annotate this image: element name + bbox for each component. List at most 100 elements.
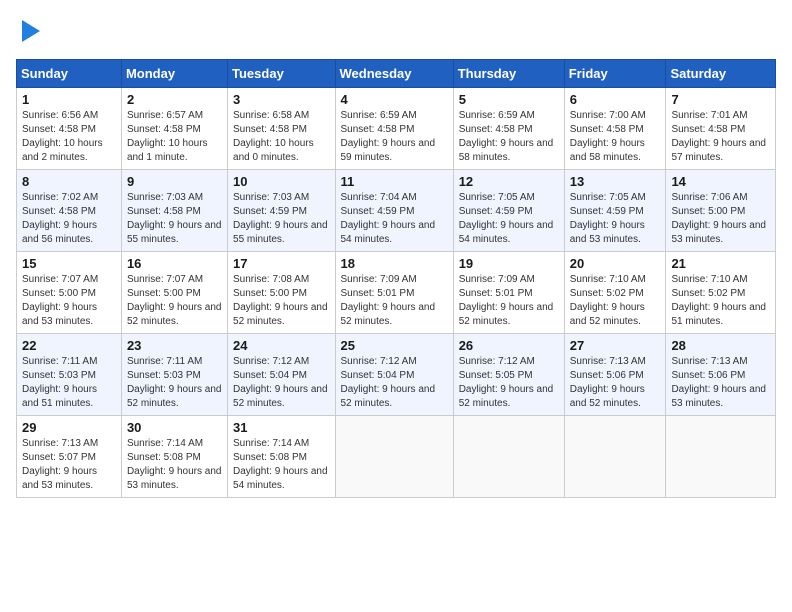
sunset-info: Sunset: 5:01 PM	[459, 288, 533, 299]
daylight-info: Daylight: 9 hours and 54 minutes.	[233, 466, 328, 491]
sunset-info: Sunset: 5:01 PM	[341, 288, 415, 299]
sunrise-info: Sunrise: 7:04 AM	[341, 192, 417, 203]
day-number: 25	[341, 338, 448, 353]
calendar-table: SundayMondayTuesdayWednesdayThursdayFrid…	[16, 59, 776, 498]
day-number: 27	[570, 338, 661, 353]
day-number: 3	[233, 92, 329, 107]
daylight-info: Daylight: 9 hours and 54 minutes.	[341, 220, 436, 245]
day-cell: 19 Sunrise: 7:09 AM Sunset: 5:01 PM Dayl…	[453, 252, 564, 334]
day-cell: 31 Sunrise: 7:14 AM Sunset: 5:08 PM Dayl…	[228, 416, 335, 498]
col-header-friday: Friday	[564, 60, 666, 88]
day-number: 2	[127, 92, 222, 107]
day-cell: 26 Sunrise: 7:12 AM Sunset: 5:05 PM Dayl…	[453, 334, 564, 416]
daylight-info: Daylight: 9 hours and 52 minutes.	[341, 384, 436, 409]
day-number: 28	[671, 338, 770, 353]
sunset-info: Sunset: 5:06 PM	[671, 370, 745, 381]
day-info: Sunrise: 6:59 AM Sunset: 4:58 PM Dayligh…	[459, 109, 559, 165]
day-number: 9	[127, 174, 222, 189]
day-cell: 13 Sunrise: 7:05 AM Sunset: 4:59 PM Dayl…	[564, 170, 666, 252]
day-number: 17	[233, 256, 329, 271]
day-number: 31	[233, 420, 329, 435]
sunset-info: Sunset: 5:02 PM	[671, 288, 745, 299]
day-info: Sunrise: 6:56 AM Sunset: 4:58 PM Dayligh…	[22, 109, 116, 165]
daylight-info: Daylight: 9 hours and 52 minutes.	[570, 302, 645, 327]
day-info: Sunrise: 7:11 AM Sunset: 5:03 PM Dayligh…	[127, 355, 222, 411]
day-cell: 21 Sunrise: 7:10 AM Sunset: 5:02 PM Dayl…	[666, 252, 776, 334]
day-cell: 29 Sunrise: 7:13 AM Sunset: 5:07 PM Dayl…	[17, 416, 122, 498]
sunrise-info: Sunrise: 7:13 AM	[671, 356, 747, 367]
day-cell: 3 Sunrise: 6:58 AM Sunset: 4:58 PM Dayli…	[228, 88, 335, 170]
sunset-info: Sunset: 4:58 PM	[570, 124, 644, 135]
sunrise-info: Sunrise: 7:13 AM	[570, 356, 646, 367]
day-cell: 30 Sunrise: 7:14 AM Sunset: 5:08 PM Dayl…	[121, 416, 227, 498]
sunrise-info: Sunrise: 7:08 AM	[233, 274, 309, 285]
sunset-info: Sunset: 5:07 PM	[22, 452, 96, 463]
sunset-info: Sunset: 4:58 PM	[22, 124, 96, 135]
day-info: Sunrise: 7:13 AM Sunset: 5:06 PM Dayligh…	[570, 355, 661, 411]
day-info: Sunrise: 7:02 AM Sunset: 4:58 PM Dayligh…	[22, 191, 116, 247]
day-number: 24	[233, 338, 329, 353]
sunset-info: Sunset: 5:03 PM	[22, 370, 96, 381]
sunset-info: Sunset: 4:59 PM	[233, 206, 307, 217]
sunrise-info: Sunrise: 7:03 AM	[127, 192, 203, 203]
day-number: 15	[22, 256, 116, 271]
sunrise-info: Sunrise: 7:02 AM	[22, 192, 98, 203]
daylight-info: Daylight: 9 hours and 52 minutes.	[233, 302, 328, 327]
sunset-info: Sunset: 4:58 PM	[22, 206, 96, 217]
day-cell: 15 Sunrise: 7:07 AM Sunset: 5:00 PM Dayl…	[17, 252, 122, 334]
col-header-thursday: Thursday	[453, 60, 564, 88]
day-cell: 23 Sunrise: 7:11 AM Sunset: 5:03 PM Dayl…	[121, 334, 227, 416]
day-number: 26	[459, 338, 559, 353]
sunset-info: Sunset: 4:58 PM	[459, 124, 533, 135]
day-info: Sunrise: 7:04 AM Sunset: 4:59 PM Dayligh…	[341, 191, 448, 247]
day-info: Sunrise: 7:13 AM Sunset: 5:07 PM Dayligh…	[22, 437, 116, 493]
day-info: Sunrise: 7:05 AM Sunset: 4:59 PM Dayligh…	[459, 191, 559, 247]
day-info: Sunrise: 7:10 AM Sunset: 5:02 PM Dayligh…	[671, 273, 770, 329]
sunset-info: Sunset: 5:08 PM	[233, 452, 307, 463]
day-info: Sunrise: 7:01 AM Sunset: 4:58 PM Dayligh…	[671, 109, 770, 165]
day-number: 12	[459, 174, 559, 189]
daylight-info: Daylight: 9 hours and 58 minutes.	[459, 138, 554, 163]
sunset-info: Sunset: 5:05 PM	[459, 370, 533, 381]
daylight-info: Daylight: 9 hours and 52 minutes.	[127, 384, 222, 409]
week-row-4: 22 Sunrise: 7:11 AM Sunset: 5:03 PM Dayl…	[17, 334, 776, 416]
col-header-monday: Monday	[121, 60, 227, 88]
day-info: Sunrise: 7:09 AM Sunset: 5:01 PM Dayligh…	[341, 273, 448, 329]
day-number: 22	[22, 338, 116, 353]
day-cell: 14 Sunrise: 7:06 AM Sunset: 5:00 PM Dayl…	[666, 170, 776, 252]
sunset-info: Sunset: 4:58 PM	[233, 124, 307, 135]
day-cell	[666, 416, 776, 498]
sunset-info: Sunset: 5:00 PM	[671, 206, 745, 217]
day-number: 21	[671, 256, 770, 271]
sunset-info: Sunset: 5:00 PM	[127, 288, 201, 299]
daylight-info: Daylight: 9 hours and 54 minutes.	[459, 220, 554, 245]
sunrise-info: Sunrise: 7:12 AM	[341, 356, 417, 367]
sunset-info: Sunset: 4:59 PM	[570, 206, 644, 217]
day-info: Sunrise: 7:05 AM Sunset: 4:59 PM Dayligh…	[570, 191, 661, 247]
daylight-info: Daylight: 9 hours and 57 minutes.	[671, 138, 766, 163]
sunrise-info: Sunrise: 7:12 AM	[459, 356, 535, 367]
daylight-info: Daylight: 10 hours and 0 minutes.	[233, 138, 314, 163]
day-cell: 18 Sunrise: 7:09 AM Sunset: 5:01 PM Dayl…	[335, 252, 453, 334]
sunset-info: Sunset: 5:08 PM	[127, 452, 201, 463]
sunrise-info: Sunrise: 7:11 AM	[127, 356, 202, 367]
sunrise-info: Sunrise: 7:01 AM	[671, 110, 747, 121]
page-header	[16, 16, 776, 47]
day-cell	[453, 416, 564, 498]
day-number: 10	[233, 174, 329, 189]
daylight-info: Daylight: 9 hours and 52 minutes.	[570, 384, 645, 409]
sunrise-info: Sunrise: 7:10 AM	[570, 274, 646, 285]
day-number: 18	[341, 256, 448, 271]
day-info: Sunrise: 6:57 AM Sunset: 4:58 PM Dayligh…	[127, 109, 222, 165]
day-info: Sunrise: 7:07 AM Sunset: 5:00 PM Dayligh…	[127, 273, 222, 329]
sunrise-info: Sunrise: 7:14 AM	[233, 438, 309, 449]
week-row-5: 29 Sunrise: 7:13 AM Sunset: 5:07 PM Dayl…	[17, 416, 776, 498]
day-cell: 8 Sunrise: 7:02 AM Sunset: 4:58 PM Dayli…	[17, 170, 122, 252]
sunrise-info: Sunrise: 6:58 AM	[233, 110, 309, 121]
daylight-info: Daylight: 9 hours and 52 minutes.	[459, 302, 554, 327]
week-row-1: 1 Sunrise: 6:56 AM Sunset: 4:58 PM Dayli…	[17, 88, 776, 170]
day-number: 29	[22, 420, 116, 435]
sunset-info: Sunset: 4:59 PM	[459, 206, 533, 217]
sunset-info: Sunset: 5:04 PM	[233, 370, 307, 381]
sunset-info: Sunset: 4:59 PM	[341, 206, 415, 217]
